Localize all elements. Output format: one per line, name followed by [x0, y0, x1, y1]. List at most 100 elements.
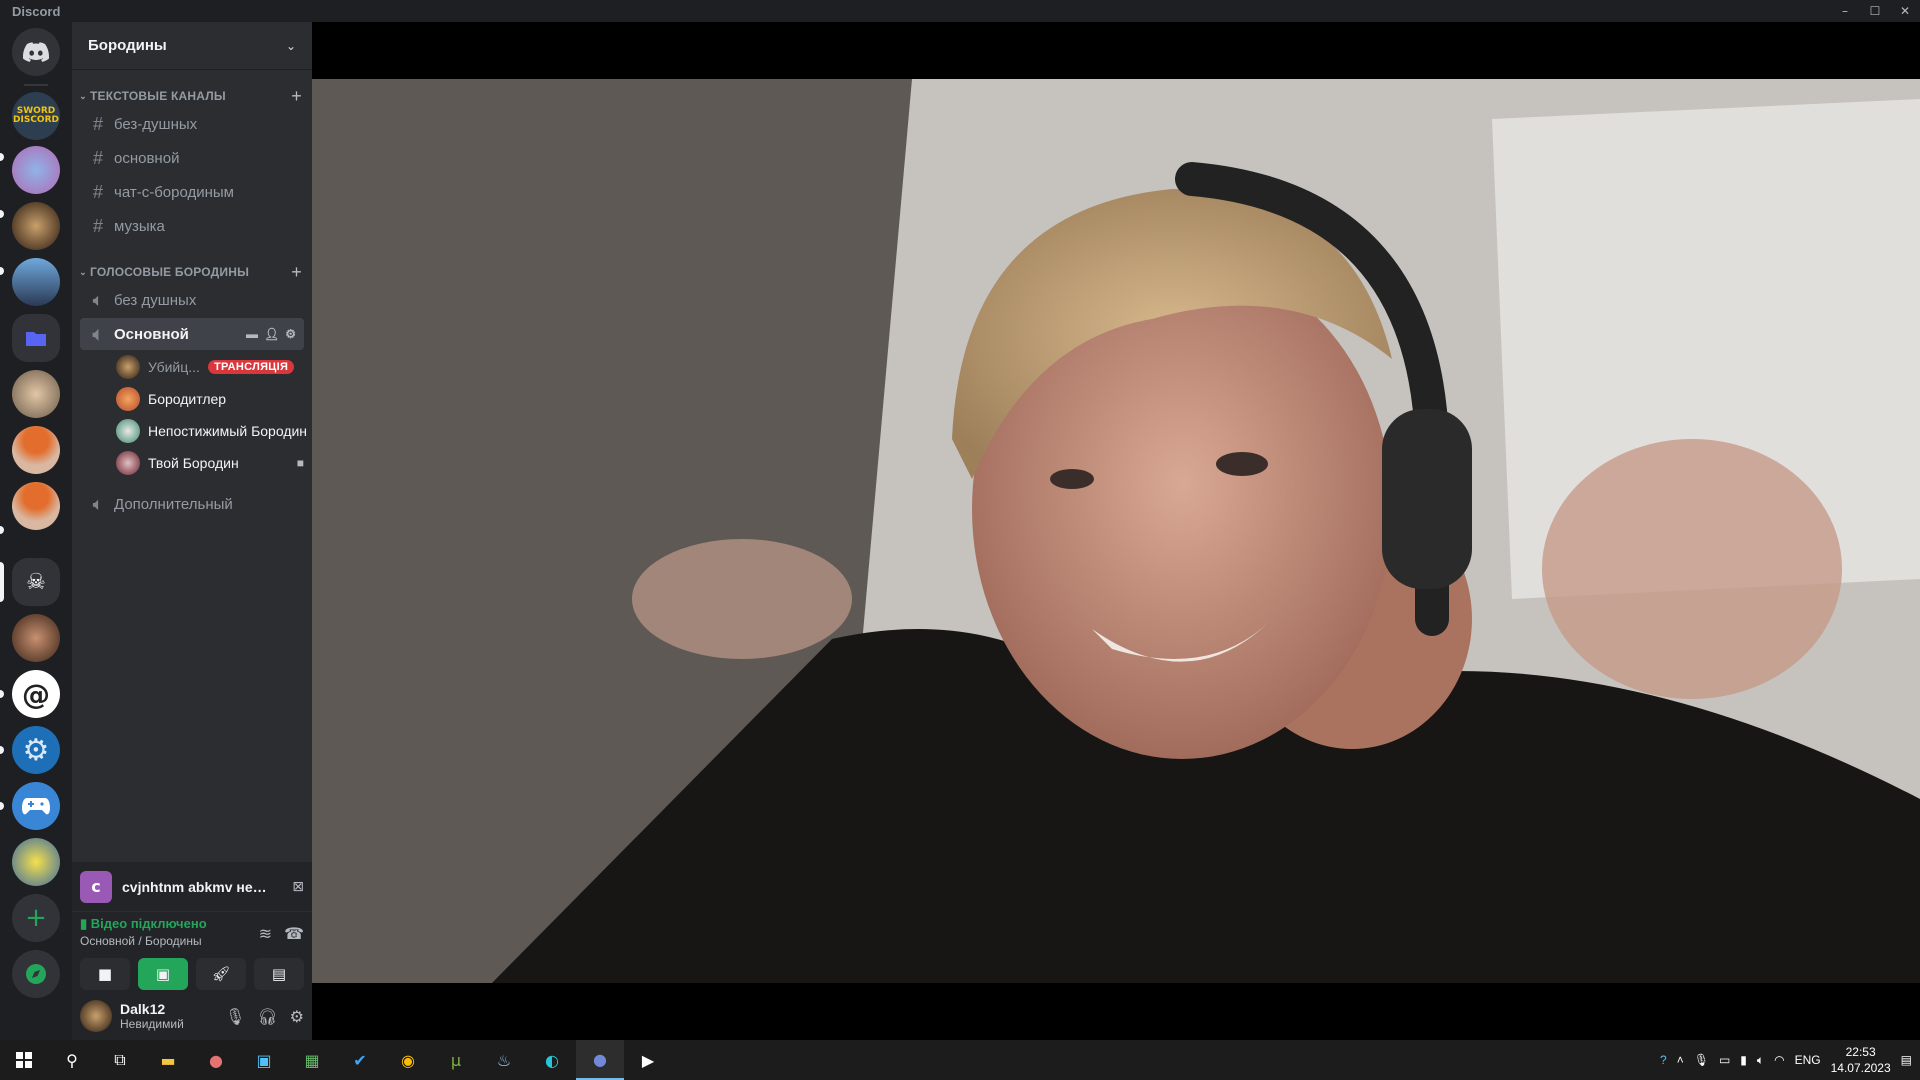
guild-boy-icon[interactable]: [12, 614, 60, 662]
guild-pirate-icon[interactable]: ☠: [12, 558, 60, 606]
category-text-channels[interactable]: ⌄ ТЕКСТОВЫЕ КАНАЛЫ +: [76, 86, 308, 106]
explore-icon[interactable]: [12, 950, 60, 998]
folder-icon[interactable]: [12, 314, 60, 362]
discord-home-icon[interactable]: [12, 28, 60, 76]
add-server-icon[interactable]: +: [12, 894, 60, 942]
screen-share-button[interactable]: ▣: [138, 958, 188, 990]
channel-bez-dushnyh[interactable]: # без-душных: [80, 108, 304, 140]
chat-icon[interactable]: ▬: [246, 327, 258, 341]
task-view-icon[interactable]: ⧉: [96, 1040, 144, 1080]
language-indicator[interactable]: ENG: [1795, 1053, 1821, 1067]
user-info[interactable]: Dalk12 Невидимий: [120, 1001, 184, 1031]
windows-start-icon[interactable]: [0, 1040, 48, 1080]
app-green-icon[interactable]: ▦: [288, 1040, 336, 1080]
stop-stream-icon[interactable]: ⊠: [292, 879, 304, 895]
maximize-icon[interactable]: ☐: [1860, 0, 1890, 22]
add-channel-icon[interactable]: +: [291, 262, 302, 283]
channel-chat[interactable]: # чат-с-бородиным: [80, 176, 304, 208]
guild-dark-icon[interactable]: [12, 202, 60, 250]
voice-user[interactable]: Убийц... ТРАНСЛЯЦІЯ: [116, 352, 308, 382]
guild-spiral-icon[interactable]: @: [12, 670, 60, 718]
stream-view[interactable]: [312, 22, 1920, 1040]
voice-channel-dopolnitelny[interactable]: 🔈︎ Дополнительный: [80, 488, 304, 520]
guild-sponge-icon[interactable]: [12, 838, 60, 886]
notifications-icon[interactable]: ▤: [1901, 1053, 1912, 1067]
minimize-icon[interactable]: –: [1830, 0, 1860, 22]
avatar: [116, 387, 140, 411]
channel-label: основной: [114, 149, 180, 167]
voice-user[interactable]: Бородитлер: [116, 384, 308, 414]
clock-time: 22:53: [1845, 1045, 1876, 1059]
channel-muzyka[interactable]: # музыка: [80, 210, 304, 242]
microphone-icon[interactable]: 🎙︎: [225, 1007, 245, 1026]
avatar: [116, 419, 140, 443]
guild-gamepad-icon[interactable]: [12, 782, 60, 830]
close-icon[interactable]: ✕: [1890, 0, 1920, 22]
guild-sword-icon[interactable]: SWORD DISCORD: [12, 92, 60, 140]
soundboard-icon: ▤: [271, 965, 287, 983]
camera-icon: ■: [296, 456, 304, 470]
title-bar: Discord – ☐ ✕: [0, 0, 1920, 22]
system-tray: ? ˄ 🎙︎ ▭ ▮ 🔈︎ ◠ ENG 22:53 14.07.2023 ▤: [1660, 1040, 1920, 1080]
voice-user[interactable]: Непостижимый Бородин: [116, 416, 308, 446]
discord-taskbar-icon[interactable]: ●: [576, 1040, 624, 1080]
windows-taskbar: ⚲ ⧉ ▬ ● ▣ ▦ ✔ ◉ µ ♨ ◐ ● ▶ ? ˄ 🎙︎ ▭ ▮ 🔈︎ …: [0, 1040, 1920, 1080]
channel-label: без-душных: [114, 115, 198, 133]
video-feed[interactable]: [312, 79, 1920, 983]
discord-window: Discord – ☐ ✕ SWORD DISCORD ☠ @ ⚙ + Боро…: [0, 0, 1920, 1080]
monitor-icon[interactable]: ▭: [1719, 1053, 1730, 1067]
microphone-icon[interactable]: 🎙︎: [1694, 1053, 1709, 1067]
channel-label: Дополнительный: [114, 495, 233, 513]
clock[interactable]: 22:53 14.07.2023: [1831, 1044, 1891, 1076]
chrome-icon[interactable]: ◉: [384, 1040, 432, 1080]
volume-icon[interactable]: 🔈︎: [1757, 1053, 1764, 1068]
gear-icon[interactable]: ⚙: [290, 1007, 304, 1026]
unread-pip: [0, 690, 4, 698]
noise-suppression-icon[interactable]: ≋: [259, 924, 272, 943]
add-channel-icon[interactable]: +: [291, 86, 302, 107]
unread-pip: [0, 526, 4, 534]
category-voice-channels[interactable]: ⌄ ГОЛОСОВЫЕ БОРОДИНЫ +: [76, 262, 308, 282]
guild-robot-icon[interactable]: [12, 146, 60, 194]
user-name: Убийц...: [148, 359, 200, 375]
edge-icon[interactable]: ◐: [528, 1040, 576, 1080]
wifi-icon[interactable]: ◠: [1774, 1053, 1784, 1067]
gear-icon[interactable]: ⚙: [285, 327, 296, 341]
media-player-icon[interactable]: ▶: [624, 1040, 672, 1080]
clock-date: 14.07.2023: [1830, 1061, 1891, 1075]
voice-buttons: ■ ▣ 🚀︎ ▤: [80, 958, 304, 990]
voice-user[interactable]: Твой Бородин ■: [116, 448, 308, 478]
window-controls: – ☐ ✕: [1830, 0, 1920, 22]
battery-icon[interactable]: ▮: [1740, 1053, 1747, 1067]
invite-icon[interactable]: 👤︎: [264, 327, 279, 341]
user-controls: 🎙︎ 🎧︎ ⚙: [225, 1007, 304, 1026]
server-header[interactable]: Бородины ⌄: [72, 22, 312, 70]
avatar[interactable]: [80, 1000, 112, 1032]
app-checkmark-icon[interactable]: ✔: [336, 1040, 384, 1080]
chevron-down-icon: ⌄: [79, 266, 87, 277]
disconnect-icon[interactable]: ☎: [284, 924, 304, 943]
guild-orange-hat-2-icon[interactable]: [12, 482, 60, 530]
headphones-icon[interactable]: 🎧︎: [257, 1007, 277, 1026]
help-icon[interactable]: ?: [1660, 1053, 1667, 1067]
voice-channel-bez-dushnyh[interactable]: 🔈︎ без душных: [80, 284, 304, 316]
camera-button[interactable]: ■: [80, 958, 130, 990]
app-title: Discord: [12, 3, 61, 19]
soundboard-button[interactable]: ▤: [254, 958, 304, 990]
chevron-up-icon[interactable]: ˄: [1677, 1053, 1684, 1067]
stream-app-icon: c: [80, 870, 112, 903]
stream-preview[interactable]: c cvjnhtnm abkmv нелю... ⊠: [72, 862, 312, 912]
steam-icon[interactable]: ♨: [480, 1040, 528, 1080]
utorrent-icon[interactable]: µ: [432, 1040, 480, 1080]
guild-ski-icon[interactable]: [12, 258, 60, 306]
file-explorer-icon[interactable]: ▬: [144, 1040, 192, 1080]
channel-osnovnoy[interactable]: # основной: [80, 142, 304, 174]
voice-channel-osnovnoy[interactable]: 🔈︎ Основной ▬ 👤︎ ⚙: [80, 318, 304, 350]
guild-avatar-glasses-icon[interactable]: [12, 370, 60, 418]
app-brush-icon[interactable]: ●: [192, 1040, 240, 1080]
guild-orange-hat-icon[interactable]: [12, 426, 60, 474]
activities-button[interactable]: 🚀︎: [196, 958, 246, 990]
search-icon[interactable]: ⚲: [48, 1040, 96, 1080]
guild-gear-icon[interactable]: ⚙: [12, 726, 60, 774]
app-window-icon[interactable]: ▣: [240, 1040, 288, 1080]
